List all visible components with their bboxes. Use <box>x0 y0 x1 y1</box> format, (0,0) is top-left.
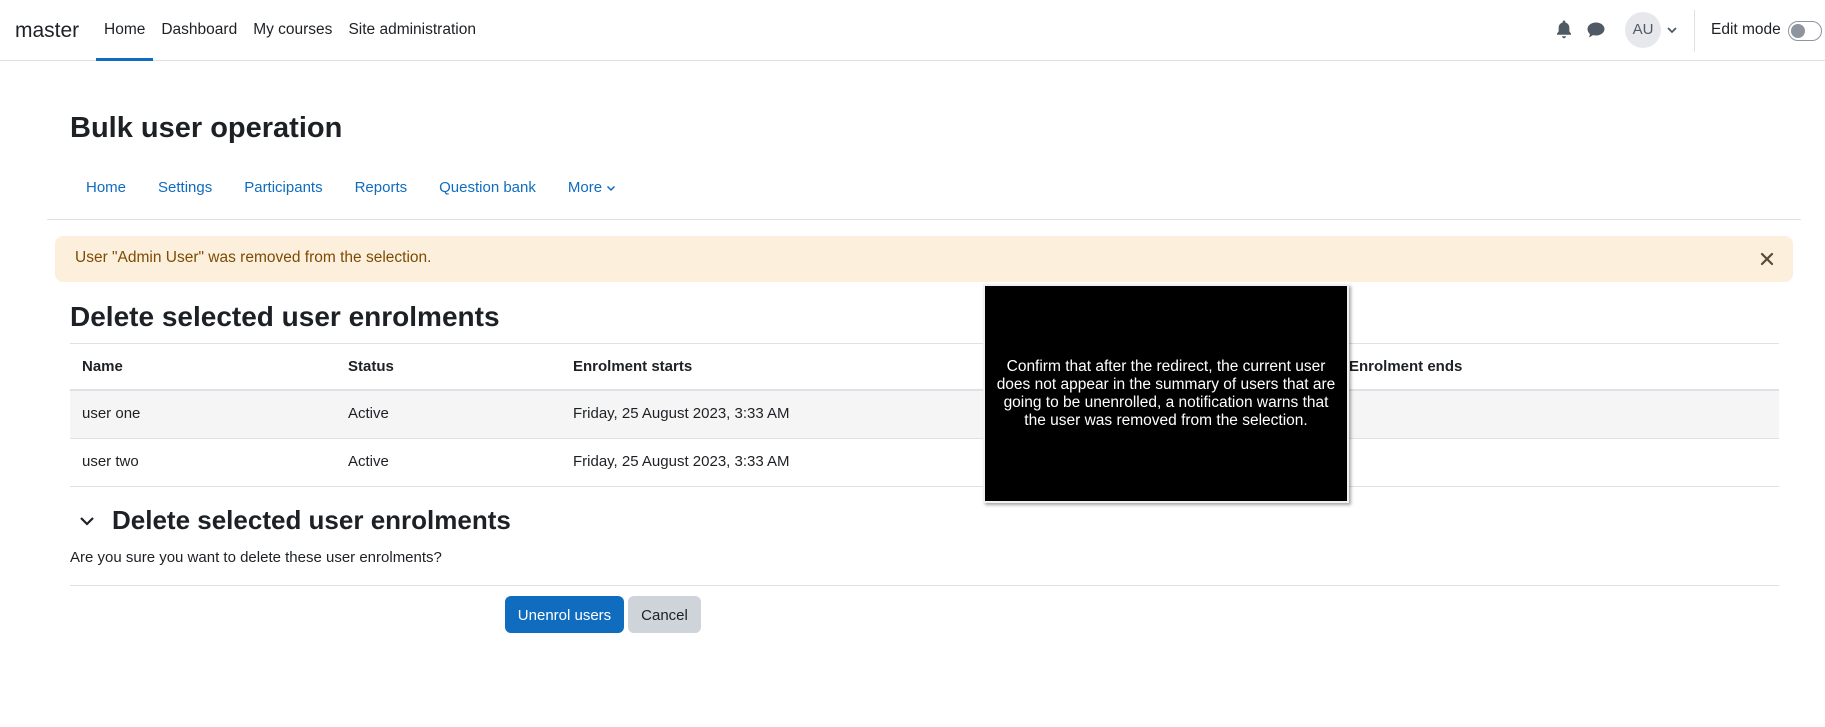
table-row: user one Active Friday, 25 August 2023, … <box>70 391 1779 439</box>
top-navbar: master Home Dashboard My courses Site ad… <box>0 0 1825 61</box>
nav-item-home[interactable]: Home <box>96 0 154 61</box>
column-header-enrolment-ends: Enrolment ends <box>1349 358 1463 375</box>
close-icon[interactable] <box>1758 250 1776 268</box>
cell-name: user one <box>82 405 141 422</box>
form-divider <box>70 585 1779 586</box>
secondary-nav-participants[interactable]: Participants <box>228 175 338 200</box>
unenrol-users-button[interactable]: Unenrol users <box>505 596 624 633</box>
cell-enrolment-starts: Friday, 25 August 2023, 3:33 AM <box>573 405 790 422</box>
enrolments-table: Name Status Enrolment starts Enrolment e… <box>70 343 1779 487</box>
secondary-nav-question-bank[interactable]: Question bank <box>423 175 552 200</box>
cell-enrolment-starts: Friday, 25 August 2023, 3:33 AM <box>573 453 790 470</box>
form-section-heading: Delete selected user enrolments <box>112 505 511 535</box>
page-title: Bulk user operation <box>70 112 343 144</box>
annotation-box: Confirm that after the redirect, the cur… <box>983 284 1349 503</box>
chevron-down-icon <box>607 185 616 191</box>
secondary-nav-reports[interactable]: Reports <box>339 175 424 200</box>
table-header-row: Name Status Enrolment starts Enrolment e… <box>70 343 1779 391</box>
more-label: More <box>567 179 603 196</box>
chevron-down-icon[interactable] <box>1666 25 1678 35</box>
secondary-nav-settings[interactable]: Settings <box>142 175 228 200</box>
secondary-nav-home[interactable]: Home <box>70 175 142 200</box>
bell-icon[interactable] <box>1555 20 1573 40</box>
column-header-status: Status <box>348 358 394 375</box>
navbar-divider <box>1694 10 1695 52</box>
cell-name: user two <box>82 453 139 470</box>
secondary-nav-more[interactable]: More <box>552 175 632 200</box>
nav-item-dashboard[interactable]: Dashboard <box>153 0 245 61</box>
nav-item-my-courses[interactable]: My courses <box>245 0 340 61</box>
column-header-name: Name <box>82 358 123 375</box>
secondary-nav-divider <box>47 219 1801 220</box>
avatar[interactable]: AU <box>1625 12 1661 48</box>
primary-nav: Home Dashboard My courses Site administr… <box>96 0 484 61</box>
cell-status: Active <box>348 453 389 470</box>
edit-mode-toggle[interactable] <box>1788 21 1822 41</box>
secondary-nav: Home Settings Participants Reports Quest… <box>70 175 632 200</box>
edit-mode-label: Edit mode <box>1711 21 1781 38</box>
toggle-knob <box>1791 24 1805 38</box>
section-heading: Delete selected user enrolments <box>70 301 500 332</box>
nav-item-site-administration[interactable]: Site administration <box>340 0 484 61</box>
chat-icon[interactable] <box>1586 21 1606 39</box>
annotation-text: Confirm that after the redirect, the cur… <box>996 357 1336 429</box>
cell-status: Active <box>348 405 389 422</box>
form-section-toggle[interactable]: Delete selected user enrolments <box>78 505 511 536</box>
table-row: user two Active Friday, 25 August 2023, … <box>70 439 1779 487</box>
site-brand[interactable]: master <box>15 19 79 43</box>
confirmation-question: Are you sure you want to delete these us… <box>70 549 442 566</box>
removed-user-alert: User "Admin User" was removed from the s… <box>55 236 1793 282</box>
alert-message: User "Admin User" was removed from the s… <box>75 249 432 266</box>
cancel-button[interactable]: Cancel <box>628 596 701 633</box>
column-header-enrolment-starts: Enrolment starts <box>573 358 693 375</box>
chevron-down-icon <box>80 516 94 526</box>
